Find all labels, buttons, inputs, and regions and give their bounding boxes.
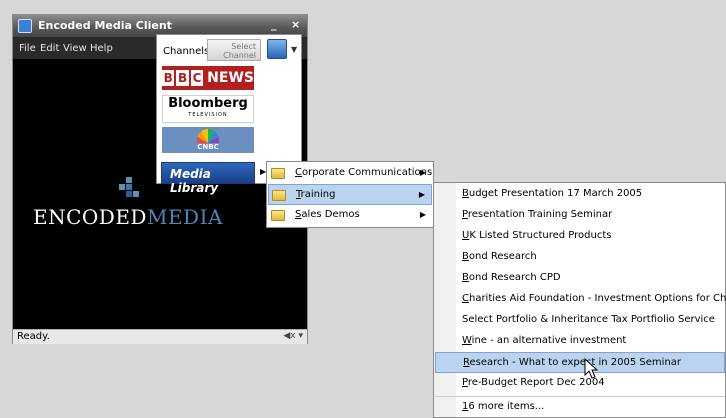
menu-file[interactable]: File — [19, 43, 36, 54]
menu-item-label: Charities Aid Foundation - Investment Op… — [462, 293, 726, 304]
folder-icon — [271, 168, 285, 179]
bloomberg-logo[interactable]: Bloomberg TELEVISION — [162, 95, 254, 123]
folder-icon — [272, 190, 286, 201]
menu-item-research-2005[interactable]: Research - What to expect in 2005 Semina… — [435, 352, 725, 373]
menu-item-label: Select Portfolio & Inheritance Tax Portf… — [462, 314, 715, 325]
menu-item-label: Budget Presentation 17 March 2005 — [462, 188, 643, 199]
select-channel-button[interactable]: Select Channel — [207, 39, 261, 61]
app-icon — [18, 19, 32, 33]
menu-edit[interactable]: Edit — [40, 43, 59, 54]
bbc-news-text: NEWS — [207, 70, 254, 86]
encoded-media-logo-mark — [119, 176, 139, 198]
chevron-right-icon: ▶ — [419, 168, 426, 177]
select-channel-line2: Channel — [223, 51, 256, 60]
menu-item-label: Bond Research CPD — [462, 272, 561, 283]
menu-item-label: Training — [296, 189, 336, 200]
menu-item-presentation-training[interactable]: Presentation Training Seminar — [435, 205, 725, 226]
menu-item-pre-budget[interactable]: Pre-Budget Report Dec 2004 — [435, 373, 725, 394]
window-title: Encoded Media Client — [38, 19, 172, 32]
menu-item-select-portfolio[interactable]: Select Portfolio & Inheritance Tax Portf… — [435, 310, 725, 331]
menu-item-charities-aid[interactable]: Charities Aid Foundation - Investment Op… — [435, 289, 726, 310]
bbc-letter: B — [162, 70, 175, 86]
menu-item-label: Presentation Training Seminar — [462, 209, 613, 220]
menu-item-uk-listed[interactable]: UK Listed Structured Products — [435, 226, 725, 247]
menu-item-more[interactable]: 16 more items... — [435, 396, 725, 417]
menu-item-label: Wine - an alternative investment — [462, 335, 627, 346]
menu-item-label: Bond Research — [462, 251, 537, 262]
minimize-button[interactable]: _ — [271, 19, 277, 31]
menu-view[interactable]: View — [63, 43, 87, 54]
menu-item-label: 16 more items... — [462, 401, 545, 412]
folder-icon — [271, 210, 285, 221]
select-channel-line1: Select — [231, 42, 256, 51]
encoded-media-logo-text: ENCODEDMEDIA — [33, 205, 223, 229]
channel-monitor-icon[interactable] — [267, 39, 287, 59]
menu-item-sales-demos[interactable]: Sales Demos ▶ — [268, 205, 432, 226]
menu-item-wine[interactable]: Wine - an alternative investment — [435, 331, 725, 352]
media-library-menu: Corporate Communications ▶ Training ▶ Sa… — [266, 161, 434, 228]
peacock-icon — [197, 129, 219, 143]
bbc-letter: B — [176, 70, 189, 86]
cnbc-text: CNBC — [197, 143, 219, 151]
menu-item-label: Corporate Communications — [295, 167, 433, 178]
mouse-cursor-icon — [584, 358, 599, 379]
media-library-button[interactable]: Media Library — [161, 162, 255, 195]
status-text: Ready. — [17, 331, 50, 342]
menu-item-bond-research[interactable]: Bond Research — [435, 247, 725, 268]
menu-item-budget-presentation[interactable]: Budget Presentation 17 March 2005 — [435, 184, 725, 205]
chevron-right-icon: ▶ — [418, 190, 425, 199]
menu-item-label: UK Listed Structured Products — [462, 230, 612, 241]
menu-item-label: Research - What to expect in 2005 Semina… — [463, 357, 682, 368]
bloomberg-subtext: TELEVISION — [188, 112, 228, 118]
menu-help[interactable]: Help — [90, 43, 113, 54]
close-button[interactable]: × — [291, 19, 300, 31]
volume-icon[interactable]: ◀x ▾ — [283, 331, 303, 341]
status-bar: Ready. ◀x ▾ — [13, 329, 307, 344]
menu-item-training[interactable]: Training ▶ — [268, 184, 432, 205]
bbc-news-logo[interactable]: B B C NEWS — [162, 66, 254, 90]
media-library-label: Media Library — [170, 167, 219, 195]
channels-label: Channels — [163, 46, 210, 57]
menu-item-bond-research-cpd[interactable]: Bond Research CPD — [435, 268, 725, 289]
bbc-letter: C — [190, 70, 204, 86]
chevron-right-icon: ▶ — [419, 210, 426, 219]
chevron-down-icon[interactable]: ▼ — [291, 45, 297, 54]
menu-item-label: Sales Demos — [295, 209, 360, 220]
bloomberg-text: Bloomberg — [168, 96, 248, 111]
menu-item-corporate-communications[interactable]: Corporate Communications ▶ — [268, 163, 432, 184]
training-submenu: Budget Presentation 17 March 2005 Presen… — [433, 182, 726, 418]
cnbc-logo[interactable]: CNBC — [162, 127, 254, 153]
